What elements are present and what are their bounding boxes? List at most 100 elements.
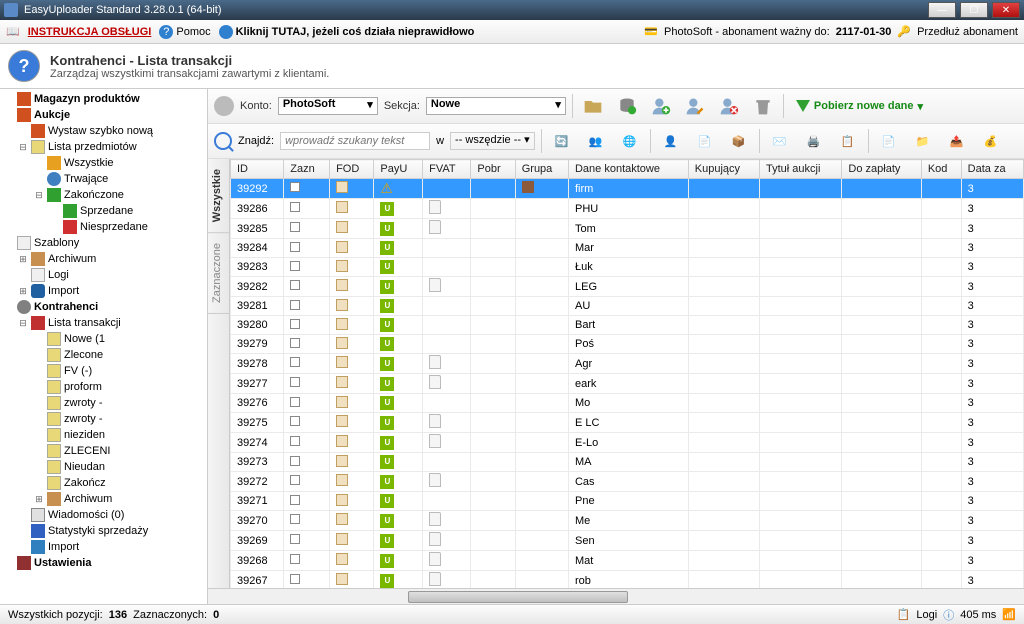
- sidebar-item[interactable]: ZLECENI: [0, 443, 207, 459]
- cell-check[interactable]: [284, 316, 330, 335]
- invoice-button[interactable]: 📄: [691, 127, 719, 155]
- sidebar-item[interactable]: Wiadomości (0): [0, 507, 207, 523]
- sidebar-item[interactable]: ⊟Lista transakcji: [0, 315, 207, 331]
- sidebar-tree[interactable]: Magazyn produktówAukcjeWystaw szybko now…: [0, 89, 208, 604]
- sidebar-item[interactable]: Szablony: [0, 235, 207, 251]
- sidebar-item[interactable]: FV (-): [0, 363, 207, 379]
- cell-check[interactable]: [284, 219, 330, 239]
- column-header[interactable]: Kupujący: [688, 160, 759, 179]
- column-header[interactable]: Data za: [961, 160, 1023, 179]
- column-header[interactable]: PayU: [374, 160, 423, 179]
- table-row[interactable]: 39274UE-Lo3: [231, 433, 1024, 453]
- filter-button[interactable]: 📋: [834, 127, 862, 155]
- sidebar-item[interactable]: Magazyn produktów: [0, 91, 207, 107]
- search-scope-select[interactable]: -- wszędzie -- ▾: [450, 132, 535, 150]
- cell-check[interactable]: [284, 354, 330, 374]
- refresh-button[interactable]: 🔄: [548, 127, 576, 155]
- expander-icon[interactable]: ⊞: [18, 254, 28, 265]
- doc-add-button[interactable]: 📄: [875, 127, 903, 155]
- person-button[interactable]: 👤: [657, 127, 685, 155]
- user-add-button[interactable]: [647, 92, 675, 120]
- table-row[interactable]: 39271UPne3: [231, 492, 1024, 511]
- expander-icon[interactable]: ⊞: [18, 286, 28, 297]
- cell-check[interactable]: [284, 374, 330, 394]
- column-header[interactable]: Pobr: [471, 160, 515, 179]
- cell-check[interactable]: [284, 551, 330, 571]
- folder-open-button[interactable]: [579, 92, 607, 120]
- column-header[interactable]: FVAT: [423, 160, 471, 179]
- sidebar-item[interactable]: ⊞Import: [0, 283, 207, 299]
- sidebar-item[interactable]: Nowe (1: [0, 331, 207, 347]
- user-edit-button[interactable]: [681, 92, 709, 120]
- extend-subscription-link[interactable]: Przedłuż abonament: [917, 26, 1018, 38]
- table-row[interactable]: 39286UPHU3: [231, 199, 1024, 219]
- manual-link[interactable]: INSTRUKCJA OBSŁUGI: [28, 26, 152, 38]
- horizontal-scrollbar[interactable]: [208, 588, 1024, 604]
- cell-check[interactable]: [284, 413, 330, 433]
- sidebar-item[interactable]: ⊟Zakończone: [0, 187, 207, 203]
- cell-check[interactable]: [284, 179, 330, 199]
- maximize-button[interactable]: ☐: [960, 2, 988, 18]
- sidebar-item[interactable]: Zlecone: [0, 347, 207, 363]
- table-row[interactable]: 39280UBart3: [231, 316, 1024, 335]
- sidebar-item[interactable]: proform: [0, 379, 207, 395]
- sidebar-item[interactable]: Aukcje: [0, 107, 207, 123]
- table-row[interactable]: 39275UE LC3: [231, 413, 1024, 433]
- cell-check[interactable]: [284, 511, 330, 531]
- cell-check[interactable]: [284, 531, 330, 551]
- column-header[interactable]: FOD: [330, 160, 374, 179]
- help-link[interactable]: Pomoc: [176, 26, 210, 38]
- cell-check[interactable]: [284, 492, 330, 511]
- cell-check[interactable]: [284, 258, 330, 277]
- sidebar-item[interactable]: Kontrahenci: [0, 299, 207, 315]
- column-header[interactable]: Dane kontaktowe: [568, 160, 688, 179]
- sidebar-item[interactable]: Logi: [0, 267, 207, 283]
- trash-button[interactable]: [749, 92, 777, 120]
- account-select[interactable]: PhotoSoft ▾: [278, 97, 378, 115]
- users-remove-button[interactable]: 👥: [582, 127, 610, 155]
- print-button[interactable]: 🖨️: [800, 127, 828, 155]
- table-row[interactable]: 39277Ueark3: [231, 374, 1024, 394]
- report-problem-link[interactable]: Kliknij TUTAJ, jeżeli coś działa niepraw…: [236, 26, 475, 38]
- money-button[interactable]: 💰: [977, 127, 1005, 155]
- sidebar-item[interactable]: Wszystkie: [0, 155, 207, 171]
- table-row[interactable]: 39272UCas3: [231, 472, 1024, 492]
- cell-check[interactable]: [284, 453, 330, 472]
- sidebar-item[interactable]: Niesprzedane: [0, 219, 207, 235]
- cell-check[interactable]: [284, 571, 330, 589]
- sidebar-item[interactable]: ⊟Lista przedmiotów: [0, 139, 207, 155]
- user-delete-button[interactable]: [715, 92, 743, 120]
- cell-check[interactable]: [284, 433, 330, 453]
- column-header[interactable]: Grupa: [515, 160, 568, 179]
- sidebar-item[interactable]: Ustawienia: [0, 555, 207, 571]
- sidebar-item[interactable]: Trwające: [0, 171, 207, 187]
- expander-icon[interactable]: ⊞: [34, 494, 44, 505]
- column-header[interactable]: Kod: [921, 160, 961, 179]
- sidebar-item[interactable]: ⊞Archiwum: [0, 491, 207, 507]
- sidebar-item[interactable]: Sprzedane: [0, 203, 207, 219]
- column-header[interactable]: Zazn: [284, 160, 330, 179]
- cell-check[interactable]: [284, 297, 330, 316]
- table-row[interactable]: 39267Urob3: [231, 571, 1024, 589]
- cell-check[interactable]: [284, 199, 330, 219]
- search-input[interactable]: [280, 132, 430, 150]
- table-row[interactable]: 39292⚠firm3: [231, 179, 1024, 199]
- transactions-table[interactable]: IDZaznFODPayUFVATPobrGrupaDane kontaktow…: [230, 159, 1024, 588]
- cell-check[interactable]: [284, 239, 330, 258]
- minimize-button[interactable]: —: [928, 2, 956, 18]
- globe-button[interactable]: 🌐: [616, 127, 644, 155]
- sidebar-item[interactable]: zwroty -: [0, 395, 207, 411]
- expander-icon[interactable]: ⊟: [18, 318, 28, 329]
- table-row[interactable]: 39278UAgr3: [231, 354, 1024, 374]
- logs-link[interactable]: Logi: [916, 609, 937, 621]
- vtab-all[interactable]: Wszystkie: [208, 159, 229, 233]
- export-button[interactable]: 📤: [943, 127, 971, 155]
- sidebar-item[interactable]: Nieudan: [0, 459, 207, 475]
- paste-icon[interactable]: 📋: [897, 608, 911, 621]
- table-row[interactable]: 39273UMA3: [231, 453, 1024, 472]
- table-row[interactable]: 39268UMat3: [231, 551, 1024, 571]
- table-row[interactable]: 39276UMo3: [231, 394, 1024, 413]
- shipping-button[interactable]: 📦: [725, 127, 753, 155]
- sidebar-item[interactable]: nieziden: [0, 427, 207, 443]
- expander-icon[interactable]: ⊟: [18, 142, 28, 153]
